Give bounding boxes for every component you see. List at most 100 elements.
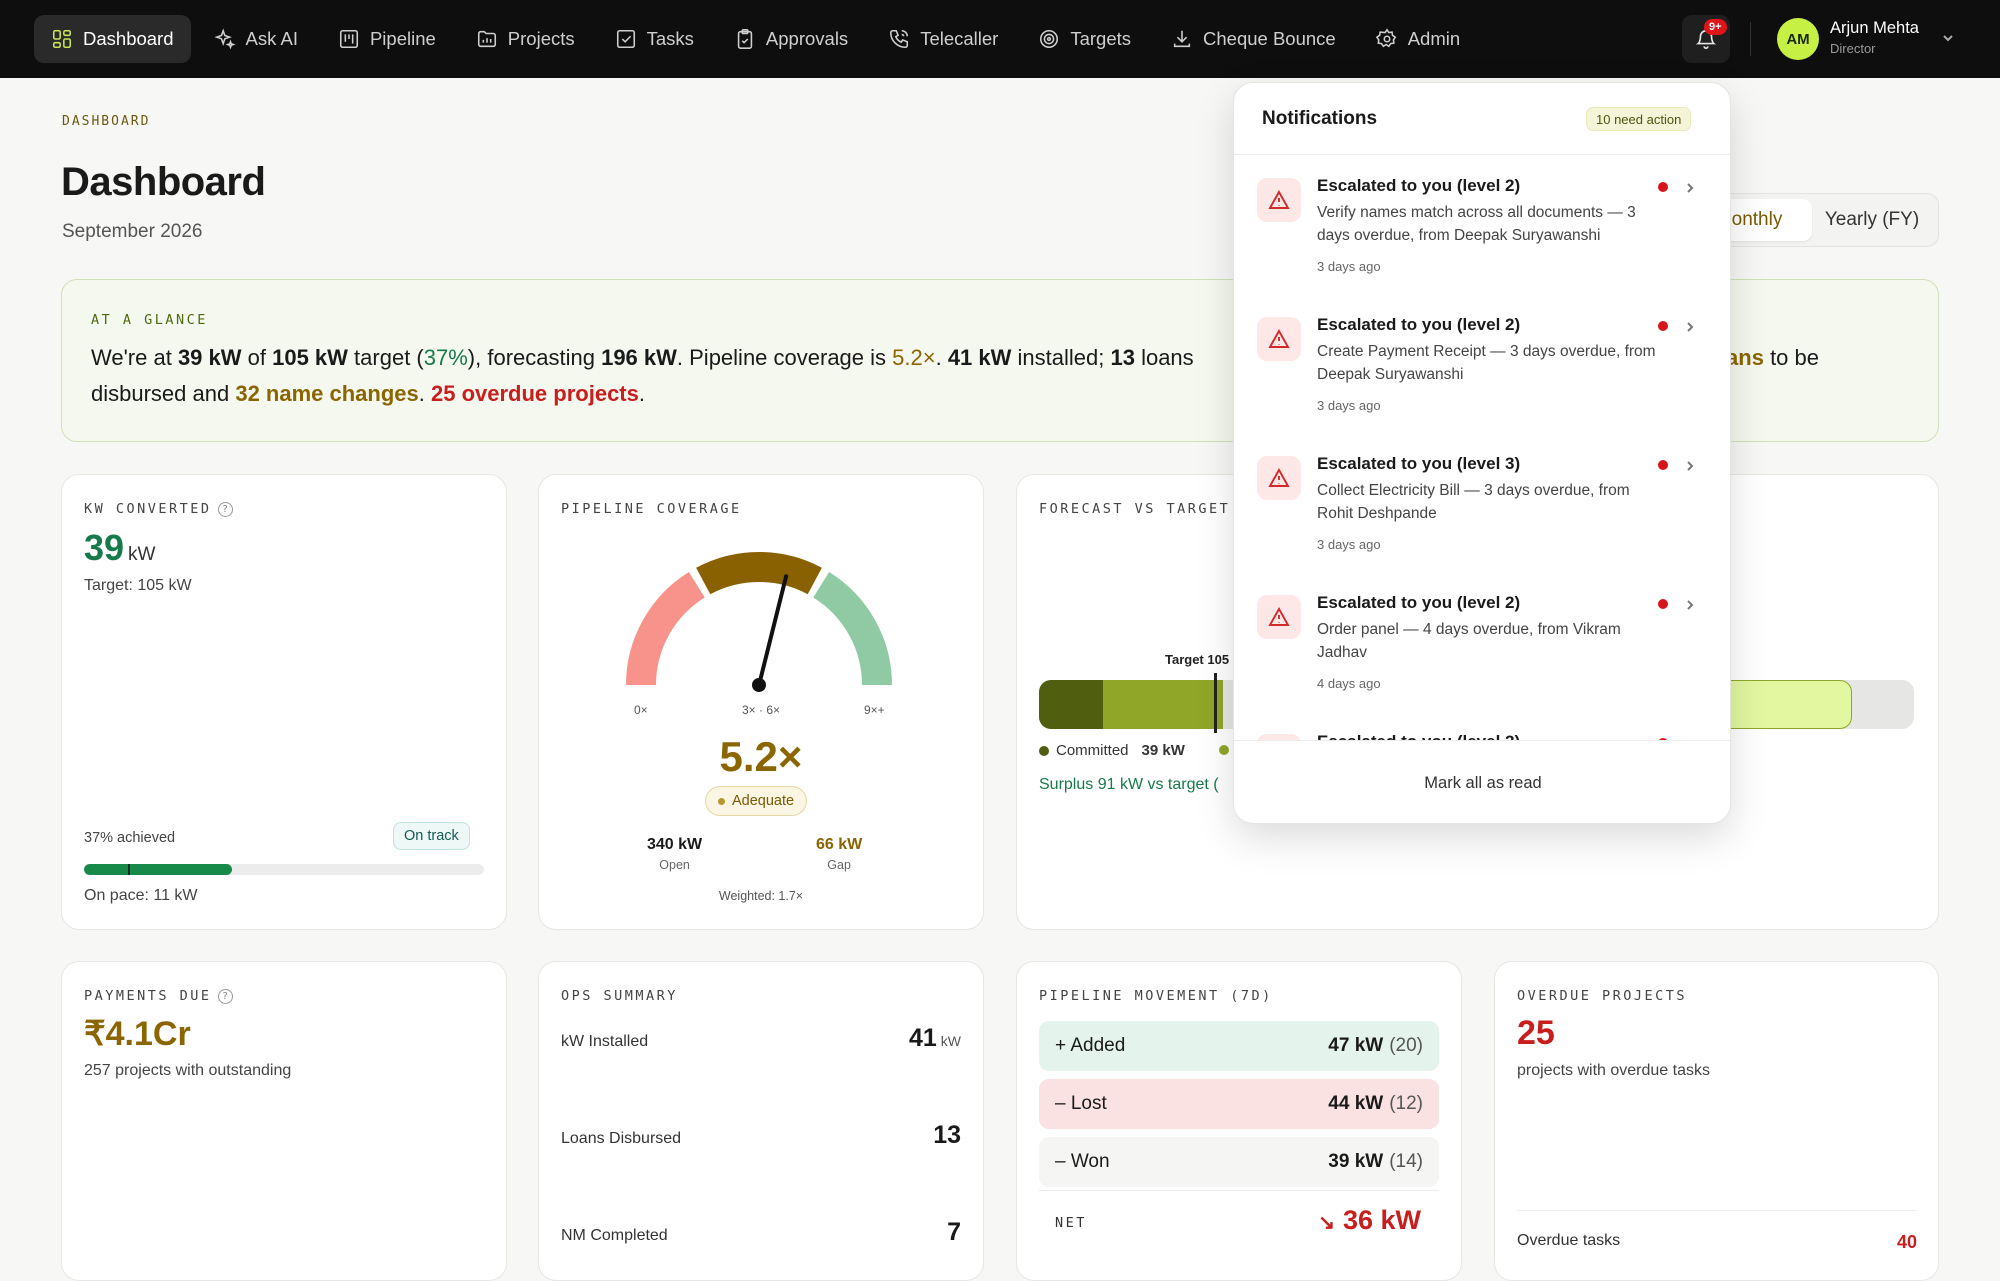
target-icon <box>1040 29 1059 49</box>
notifications-header: Notifications 10 need action <box>1234 83 1730 155</box>
movement-won-row: – Won 39 kW (14) <box>1039 1137 1439 1187</box>
nav-label: Approvals <box>765 28 849 49</box>
movement-count: (14) <box>1389 1151 1423 1172</box>
coverage-value: 5.2× <box>719 733 803 780</box>
overdue-subtitle: projects with overdue tasks <box>1517 1062 1710 1079</box>
notifications-title: Notifications <box>1262 108 1378 129</box>
glance-text: of <box>241 345 273 370</box>
movement-count: (12) <box>1389 1093 1423 1114</box>
gauge-tick-label: 9×+ <box>864 703 885 717</box>
checkbox-icon <box>616 29 635 49</box>
chevron-right-icon[interactable] <box>1682 597 1698 613</box>
user-name[interactable]: Arjun Mehta <box>1830 19 1919 38</box>
glance-text: . <box>638 381 645 406</box>
legend-swatch <box>1219 745 1229 755</box>
card-label: OVERDUE PROJECTS <box>1517 988 1688 1004</box>
forecast-surplus: Surplus 91 kW vs target ( <box>1039 776 1219 793</box>
notification-count-badge: 9+ <box>1704 19 1727 35</box>
ops-label: kW Installed <box>561 1033 649 1050</box>
weighted-coverage: Weighted: 1.7× <box>718 889 804 903</box>
target-line <box>1214 673 1217 733</box>
avatar[interactable]: AM <box>1777 18 1819 60</box>
movement-value: 47 kW <box>1328 1035 1384 1056</box>
notification-item[interactable]: Escalated to you (level 2) Order panel —… <box>1234 573 1730 712</box>
alert-triangle-icon <box>1257 595 1301 639</box>
glance-value: 13 <box>1110 345 1135 370</box>
nav-label: Dashboard <box>83 28 174 49</box>
movement-value: 39 kW <box>1328 1151 1384 1172</box>
glance-text: . <box>418 381 431 406</box>
notification-item[interactable]: Escalated to you (level 2) Create Paymen… <box>1234 295 1730 434</box>
nav-admin[interactable]: Admin <box>1359 15 1477 63</box>
notification-time: 4 days ago <box>1317 676 1381 691</box>
glance-text: We're at <box>91 345 178 370</box>
notification-time: 3 days ago <box>1317 537 1381 552</box>
net-value: 36 kW <box>1342 1205 1421 1235</box>
glance-text: loans <box>1134 345 1194 370</box>
nav-label: Cheque Bounce <box>1203 28 1336 49</box>
chevron-down-icon[interactable] <box>1940 30 1956 46</box>
mark-all-read-button[interactable]: Mark all as read <box>1234 740 1730 823</box>
unread-dot <box>1658 182 1668 192</box>
card-label: PIPELINE COVERAGE <box>561 501 742 517</box>
folder-icon <box>477 30 496 48</box>
kanban-icon <box>339 29 358 49</box>
pace-marker <box>128 864 130 875</box>
nav-telecaller[interactable]: Telecaller <box>871 15 1015 63</box>
ops-value: 13 <box>933 1121 961 1149</box>
gauge-segment-mid <box>696 552 822 595</box>
nav-targets[interactable]: Targets <box>1021 15 1148 63</box>
notification-title: Escalated to you (level 2) <box>1317 593 1521 612</box>
gauge-segment-high <box>812 571 892 686</box>
divider <box>1517 1210 1917 1211</box>
main-nav: Dashboard Ask AI Pipeline Projects Tasks… <box>34 15 1477 63</box>
nav-tasks[interactable]: Tasks <box>598 15 711 63</box>
nav-cheque-bounce[interactable]: Cheque Bounce <box>1154 15 1353 63</box>
notification-item[interactable]: Escalated to you (level 2) Verify names … <box>1234 156 1730 295</box>
card-label: OPS SUMMARY <box>561 988 678 1004</box>
unread-dot <box>1658 599 1668 609</box>
period-yearly[interactable]: Yearly (FY) <box>1812 199 1932 241</box>
movement-lost-row: – Lost 44 kW (12) <box>1039 1079 1439 1129</box>
alert-triangle-icon <box>1257 456 1301 500</box>
notification-time: 3 days ago <box>1317 398 1381 413</box>
notification-item[interactable]: Escalated to you (level 3) Collect Elect… <box>1234 434 1730 573</box>
overdue-value: 25 <box>1517 1014 1555 1052</box>
payments-subtitle: 257 projects with outstanding <box>84 1062 292 1079</box>
movement-label: – Lost <box>1055 1093 1107 1114</box>
nav-approvals[interactable]: Approvals <box>717 15 865 63</box>
status-dot <box>718 797 725 805</box>
nav-dashboard[interactable]: Dashboard <box>34 15 191 63</box>
movement-value-wrap: 47 kW (20) <box>1328 1035 1423 1057</box>
chevron-right-icon[interactable] <box>1682 180 1698 196</box>
glance-value: 105 kW <box>272 345 348 370</box>
nav-projects[interactable]: Projects <box>459 15 592 63</box>
pipeline-movement-card: PIPELINE MOVEMENT (7D) + Added 47 kW (20)… <box>1016 961 1462 1281</box>
chevron-right-icon[interactable] <box>1682 458 1698 474</box>
gauge-pivot <box>752 678 766 692</box>
notifications-list[interactable]: Escalated to you (level 2) Verify names … <box>1234 156 1730 740</box>
gauge-segment-low <box>626 571 706 686</box>
net-label: NET <box>1055 1215 1087 1231</box>
kw-converted-value: 39 kW <box>84 527 155 569</box>
ops-value: 7 <box>947 1218 961 1246</box>
ops-row: Loans Disbursed 13 <box>561 1121 961 1150</box>
chevron-right-icon[interactable] <box>1682 319 1698 335</box>
glance-text: . <box>935 345 948 370</box>
glance-value: 32 name changes <box>235 381 419 406</box>
ops-label: Loans Disbursed <box>561 1130 682 1147</box>
notifications-button[interactable]: 9+ <box>1682 15 1730 63</box>
payments-value: ₹4.1Cr <box>84 1015 191 1053</box>
target-label: Target 105 <box>1165 652 1230 667</box>
nav-pipeline[interactable]: Pipeline <box>321 15 453 63</box>
user-role: Director <box>1830 41 1876 56</box>
nav-ask-ai[interactable]: Ask AI <box>197 15 315 63</box>
help-icon[interactable]: ? <box>217 501 233 517</box>
legend-swatch <box>1039 745 1049 756</box>
help-icon[interactable]: ? <box>217 988 233 1004</box>
nav-divider <box>1750 22 1751 56</box>
notification-item[interactable]: Escalated to you (level 2) <box>1234 712 1730 740</box>
nav-label: Pipeline <box>369 28 436 49</box>
ops-unit: kW <box>940 1033 961 1049</box>
download-icon <box>1173 30 1191 48</box>
